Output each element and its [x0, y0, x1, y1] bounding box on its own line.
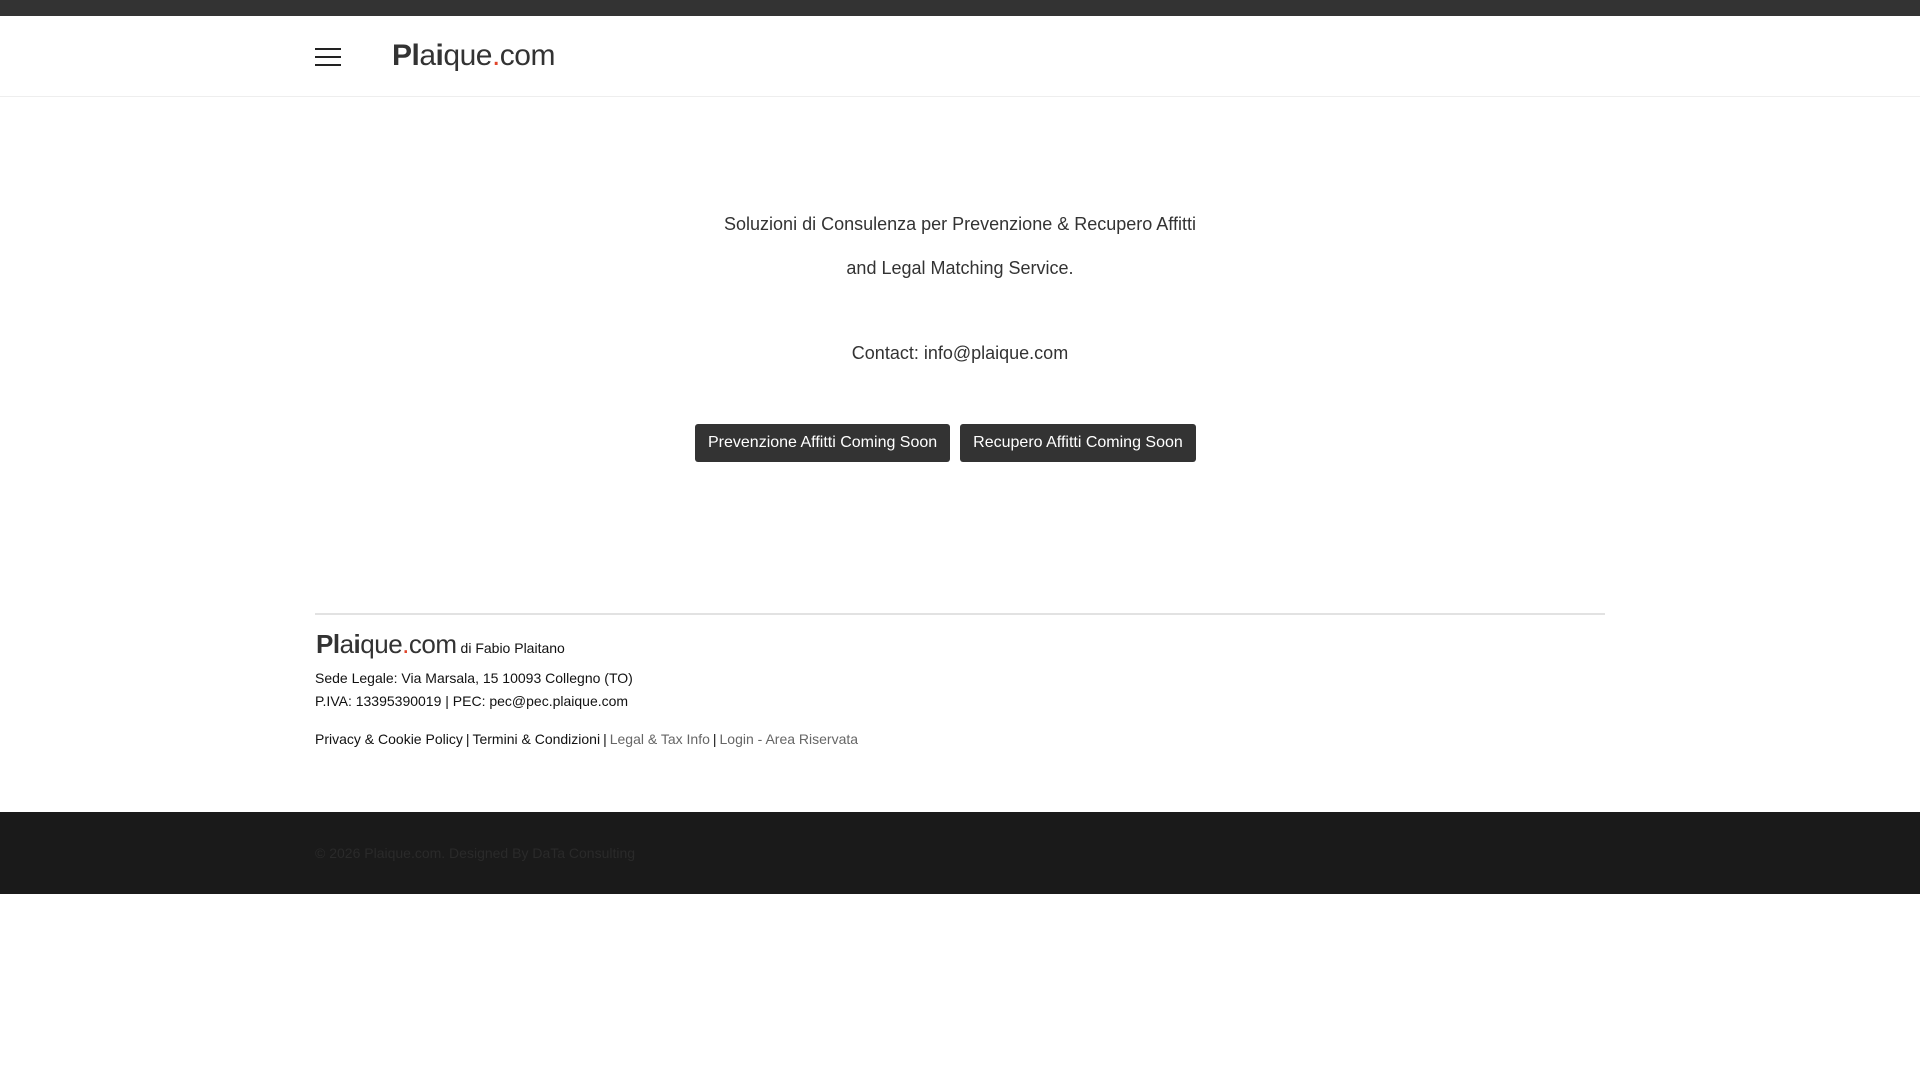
login-area-link[interactable]: Login - Area Riservata — [720, 731, 859, 747]
logo-part: Pl — [316, 629, 340, 659]
footer-tax-info: P.IVA: 13395390019 | PEC: pec@pec.plaiqu… — [315, 693, 629, 709]
logo-part: que — [443, 39, 492, 72]
site-header: Plaique.com — [0, 16, 1920, 97]
prevenzione-affitti-button[interactable]: Prevenzione Affitti Coming Soon — [695, 424, 951, 462]
site-logo[interactable]: Plaique.com — [392, 36, 555, 76]
hamburger-bar — [315, 64, 341, 66]
top-strip — [0, 0, 1920, 16]
recupero-affitti-button[interactable]: Recupero Affitti Coming Soon — [960, 424, 1196, 462]
footer-owner: di Fabio Plaitano — [460, 640, 565, 656]
logo-part: com — [408, 629, 457, 659]
hero-tagline: Soluzioni di Consulenza per Prevenzione … — [724, 214, 1196, 234]
footer-logo: Plaique.com — [316, 629, 457, 659]
footer-links: Privacy & Cookie Policy | Termini & Condiz… — [315, 729, 858, 749]
link-separator: | — [712, 731, 717, 747]
logo-part: com — [499, 39, 556, 72]
footer-divider — [315, 613, 1605, 615]
link-separator: | — [603, 731, 607, 747]
logo-dot: . — [491, 39, 500, 72]
footer-brand: Plaique.com di Fabio Plaitano — [316, 626, 565, 667]
hamburger-bar — [315, 48, 341, 50]
logo-dot: . — [402, 629, 409, 659]
hamburger-bar — [315, 56, 341, 58]
privacy-cookie-link[interactable]: Privacy & Cookie Policy — [315, 731, 463, 747]
link-separator: | — [465, 731, 470, 747]
copyright-text: © 2026 Plaique.com. Designed By DaTa Con… — [315, 845, 636, 861]
cta-buttons: Prevenzione Affitti Coming Soon Recupero… — [695, 424, 1196, 462]
hamburger-menu-icon[interactable] — [315, 48, 341, 66]
logo-part: que — [360, 629, 403, 659]
logo-part: Pl — [392, 39, 420, 72]
logo-part: a — [339, 629, 354, 659]
legal-tax-info-link[interactable]: Legal & Tax Info — [610, 731, 710, 747]
footer-address: Sede Legale: Via Marsala, 15 10093 Colle… — [315, 670, 633, 686]
hero-tagline-2: and Legal Matching Service. — [846, 258, 1074, 278]
logo-part: a — [419, 39, 436, 72]
contact-text: Contact: info@plaique.com — [851, 343, 1069, 363]
terms-conditions-link[interactable]: Termini & Condizioni — [472, 731, 600, 747]
bottom-bar: © 2026 Plaique.com. Designed By DaTa Con… — [0, 812, 1920, 894]
